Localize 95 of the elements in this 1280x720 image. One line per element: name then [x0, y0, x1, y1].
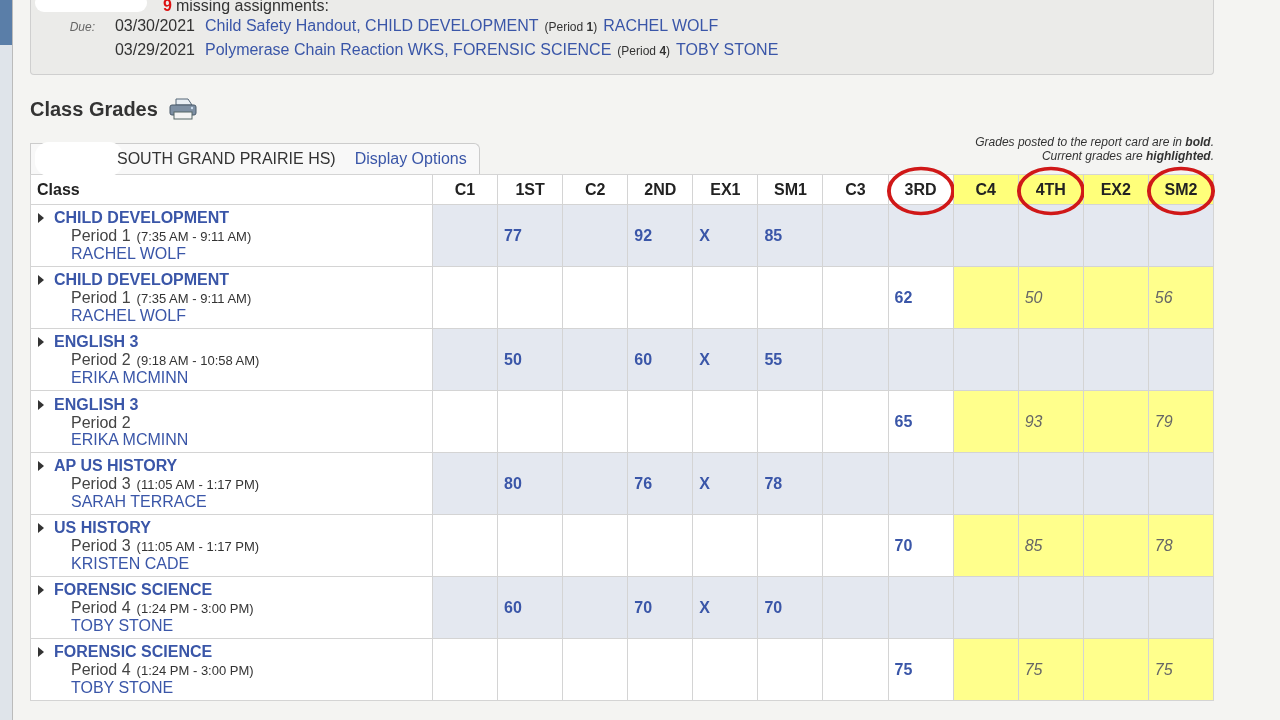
assignment-link[interactable]: Child Safety Handout, CHILD DEVELOPMENT: [205, 14, 539, 38]
period-times: (7:35 AM - 9:11 AM): [136, 291, 252, 306]
grade-value[interactable]: 75: [1024, 660, 1043, 678]
expand-arrow-icon[interactable]: [37, 337, 45, 347]
teacher-link[interactable]: RACHEL WOLF: [71, 245, 186, 262]
column-header: SM1: [757, 174, 823, 205]
course-link[interactable]: FORENSIC SCIENCE: [54, 643, 213, 661]
period-label: Period 3: [71, 475, 131, 492]
course-link[interactable]: FORENSIC SCIENCE: [54, 581, 213, 599]
course-link[interactable]: US HISTORY: [54, 519, 151, 537]
column-header: 2ND: [627, 174, 693, 205]
school-tab[interactable]: SOUTH GRAND PRAIRIE HS) Display Options: [30, 143, 480, 174]
teacher-link[interactable]: TOBY STONE: [71, 617, 174, 634]
period-label: Period 2: [71, 413, 131, 431]
grade-value[interactable]: 76: [634, 474, 653, 492]
assignment-link[interactable]: Polymerase Chain Reaction WKS, FORENSIC SCIENCE: [205, 38, 612, 62]
period-label: Period 2: [71, 351, 131, 368]
teacher-link[interactable]: KRISTEN CADE: [71, 555, 190, 572]
expand-arrow-icon[interactable]: [37, 585, 45, 595]
period-label: Period 4: [71, 661, 131, 678]
grade-value[interactable]: 80: [504, 474, 522, 492]
course-link[interactable]: ENGLISH 3: [54, 333, 139, 351]
grade-value[interactable]: 79: [1154, 412, 1173, 430]
column-header: 1ST: [497, 174, 563, 205]
period-label: Period 1: [71, 227, 131, 244]
column-header: EX1: [692, 174, 758, 205]
section-title: Class Grades: [30, 97, 158, 121]
period-note: (Period 1): [544, 19, 598, 36]
school-name: SOUTH GRAND PRAIRIE HS): [117, 150, 336, 168]
course-link[interactable]: CHILD DEVELOPMENT: [54, 209, 230, 227]
grade-value[interactable]: 92: [634, 226, 653, 244]
expand-arrow-icon[interactable]: [37, 461, 45, 471]
expand-arrow-icon[interactable]: [37, 399, 45, 410]
column-header: C4: [953, 174, 1019, 205]
grade-value[interactable]: 70: [634, 598, 653, 616]
expand-arrow-icon[interactable]: [37, 213, 45, 223]
course-link[interactable]: CHILD DEVELOPMENT: [54, 271, 230, 289]
grade-value[interactable]: 78: [764, 474, 783, 492]
grade-value[interactable]: 50: [1024, 288, 1043, 306]
grade-value[interactable]: X: [699, 226, 710, 244]
legend-note: Current grades are highlighted.: [1040, 149, 1214, 163]
column-header: C1: [432, 174, 498, 205]
grade-value[interactable]: X: [699, 350, 710, 368]
due-date: 03/29/2021: [113, 40, 195, 60]
expand-arrow-icon[interactable]: [37, 647, 45, 657]
column-header: EX2: [1083, 174, 1149, 205]
expand-arrow-icon[interactable]: [37, 275, 45, 285]
teacher-link[interactable]: ERIKA MCMINN: [71, 430, 189, 448]
course-link[interactable]: AP US HISTORY: [54, 457, 178, 475]
teacher-link[interactable]: RACHEL WOLF: [71, 307, 186, 324]
grade-value[interactable]: 55: [764, 350, 783, 368]
period-note: (Period 4): [617, 43, 671, 60]
grade-value[interactable]: X: [699, 598, 710, 616]
grade-value[interactable]: 62: [894, 288, 913, 306]
period-label: Period 3: [71, 537, 131, 554]
grade-value[interactable]: 50: [504, 350, 522, 368]
period-label: Period 4: [71, 599, 131, 616]
period-times: (1:24 PM - 3:00 PM): [136, 663, 254, 678]
expand-arrow-icon[interactable]: [37, 523, 45, 533]
grade-value[interactable]: 85: [1024, 536, 1043, 554]
grade-value[interactable]: 85: [764, 226, 783, 244]
grade-value[interactable]: 56: [1154, 288, 1173, 306]
legend-note: Grades posted to the report card are in bold.: [975, 135, 1214, 149]
column-header: Class: [30, 174, 433, 205]
period-times: (9:18 AM - 10:58 AM): [136, 353, 260, 368]
column-header: C2: [562, 174, 628, 205]
missing-count: 9: [163, 0, 172, 14]
teacher-link[interactable]: SARAH TERRACE: [71, 493, 207, 510]
period-times: (1:24 PM - 3:00 PM): [136, 601, 254, 616]
teacher-link[interactable]: RACHEL WOLF: [603, 14, 719, 38]
missing-label: missing assignments:: [175, 0, 329, 14]
grade-value[interactable]: X: [699, 474, 710, 492]
teacher-link[interactable]: ERIKA MCMINN: [71, 369, 189, 386]
display-options-link[interactable]: Display Options: [354, 150, 467, 168]
grade-value[interactable]: 60: [634, 350, 653, 368]
grade-value[interactable]: 65: [894, 412, 913, 430]
grade-value[interactable]: 75: [894, 660, 913, 678]
due-date: 03/30/2021: [113, 16, 195, 36]
grade-value[interactable]: 75: [1154, 660, 1173, 678]
due-label: Due:: [68, 19, 95, 36]
grade-value[interactable]: 77: [504, 226, 522, 244]
grade-value[interactable]: 60: [504, 598, 522, 616]
grade-value[interactable]: 78: [1154, 536, 1173, 554]
grade-value[interactable]: 93: [1024, 412, 1043, 430]
period-label: Period 1: [71, 289, 131, 306]
column-header: C3: [822, 174, 889, 205]
printer-icon[interactable]: [167, 97, 198, 121]
period-times: (7:35 AM - 9:11 AM): [136, 229, 252, 244]
teacher-link[interactable]: TOBY STONE: [71, 679, 174, 696]
period-times: (11:05 AM - 1:17 PM): [136, 539, 260, 554]
course-link[interactable]: ENGLISH 3: [54, 395, 139, 414]
grade-value[interactable]: 70: [764, 598, 783, 616]
period-times: (11:05 AM - 1:17 PM): [136, 477, 260, 492]
grade-value[interactable]: 70: [894, 536, 913, 554]
teacher-link[interactable]: TOBY STONE: [676, 38, 779, 62]
